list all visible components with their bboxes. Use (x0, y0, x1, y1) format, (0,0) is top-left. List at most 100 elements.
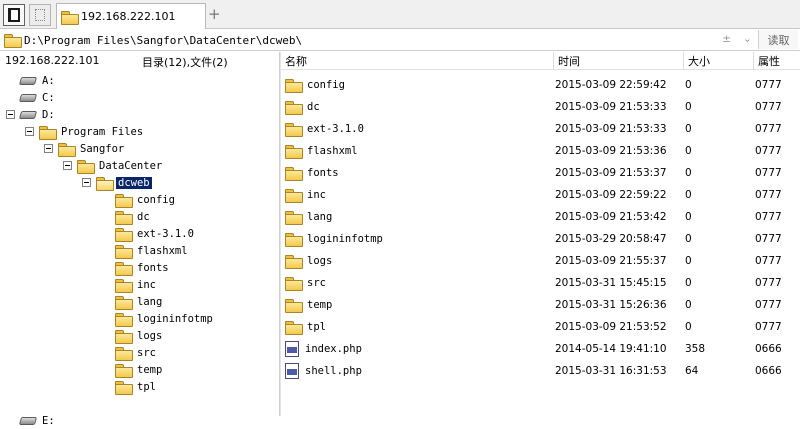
file-row[interactable]: flashxml 2015-03-09 21:53:36 0 0777 (281, 140, 800, 162)
folder-icon (285, 321, 303, 335)
panel-icon (8, 8, 20, 22)
file-row[interactable]: lang 2015-03-09 21:53:42 0 0777 (281, 206, 800, 228)
file-row[interactable]: src 2015-03-31 15:45:15 0 0777 (281, 272, 800, 294)
tree-node-label: inc (137, 278, 156, 291)
column-attr[interactable]: 属性 (753, 52, 800, 70)
file-attr: 0666 (755, 343, 782, 355)
file-row[interactable]: fonts 2015-03-09 21:53:37 0 0777 (281, 162, 800, 184)
tree-node[interactable]: inc (101, 276, 158, 293)
folder-icon (115, 244, 133, 259)
panel-toggle-button[interactable] (3, 4, 25, 26)
tree-node[interactable]: logs (101, 327, 164, 344)
path-input[interactable] (24, 33, 724, 47)
tree-node[interactable]: dcweb (82, 174, 152, 191)
file-size: 0 (685, 277, 692, 289)
tree-node[interactable]: Sangfor (44, 140, 126, 157)
tree-node[interactable]: fonts (101, 259, 171, 276)
folder-icon (285, 211, 303, 225)
file-attr: 0777 (755, 79, 782, 91)
tree-node[interactable]: config (101, 191, 177, 208)
tree-node-label: dc (137, 210, 150, 223)
tree-node[interactable]: DataCenter (63, 157, 164, 174)
drive-icon (18, 416, 38, 425)
tree-node[interactable]: A: (6, 72, 57, 89)
folder-icon (39, 125, 57, 140)
drive-icon (18, 76, 38, 85)
folder-open-icon (96, 176, 114, 191)
file-time: 2015-03-09 21:53:33 (555, 101, 667, 113)
add-tab-button[interactable]: + (208, 6, 221, 22)
file-size: 0 (685, 233, 692, 245)
folder-icon (285, 101, 303, 115)
collapse-icon[interactable] (6, 110, 15, 119)
tree-node[interactable]: dc (101, 208, 152, 225)
tree-node[interactable]: logininfotmp (101, 310, 215, 327)
file-time: 2015-03-09 21:53:42 (555, 211, 667, 223)
tree-node[interactable]: tpl (101, 378, 158, 395)
column-size[interactable]: 大小 (683, 52, 753, 70)
tree-node-label: config (137, 193, 175, 206)
file-row[interactable]: tpl 2015-03-09 21:53:52 0 0777 (281, 316, 800, 338)
tree-node-label: logs (137, 329, 163, 342)
file-time: 2015-03-29 20:58:47 (555, 233, 667, 245)
file-row[interactable]: inc 2015-03-09 22:59:22 0 0777 (281, 184, 800, 206)
file-row[interactable]: config 2015-03-09 22:59:42 0 0777 (281, 74, 800, 96)
tree-node-label: D: (42, 108, 55, 121)
file-name-cell: tpl (285, 316, 326, 338)
file-row[interactable]: ext-3.1.0 2015-03-09 21:53:33 0 0777 (281, 118, 800, 140)
column-name[interactable]: 名称 (281, 52, 553, 70)
file-attr: 0777 (755, 167, 782, 179)
php-file-icon (285, 341, 299, 357)
tree-node[interactable]: lang (101, 293, 164, 310)
folder-icon (285, 79, 303, 93)
file-time: 2015-03-09 22:59:22 (555, 189, 667, 201)
file-name: logs (307, 255, 333, 267)
tree-node[interactable]: C: (6, 89, 57, 106)
file-list-header: 名称 时间 大小 属性 (281, 52, 800, 70)
file-attr: 0777 (755, 321, 782, 333)
file-row[interactable]: temp 2015-03-31 15:26:36 0 0777 (281, 294, 800, 316)
tree-node-label: fonts (137, 261, 169, 274)
file-name: logininfotmp (307, 233, 383, 245)
file-row[interactable]: dc 2015-03-09 21:53:33 0 0777 (281, 96, 800, 118)
file-time: 2015-03-09 21:53:36 (555, 145, 667, 157)
file-row[interactable]: shell.php 2015-03-31 16:31:53 64 0666 (281, 360, 800, 382)
drive-icon (18, 93, 38, 102)
column-time[interactable]: 时间 (553, 52, 683, 70)
left-pane-header: 192.168.222.101 目录(12),文件(2) (0, 52, 279, 70)
tree-node[interactable]: src (101, 344, 158, 361)
file-name: ext-3.1.0 (307, 123, 364, 135)
collapse-icon[interactable] (82, 178, 91, 187)
file-name: tpl (307, 321, 326, 333)
folder-icon (115, 227, 133, 242)
file-size: 0 (685, 123, 692, 135)
folder-icon (115, 193, 133, 208)
collapse-icon[interactable] (44, 144, 53, 153)
file-name: index.php (305, 343, 362, 355)
address-bar: ± ⌄ 读取 (0, 29, 800, 51)
tree-node[interactable]: temp (101, 361, 164, 378)
tree-node[interactable]: D: (6, 106, 57, 123)
collapse-icon[interactable] (63, 161, 72, 170)
tree-node[interactable]: Program Files (25, 123, 145, 140)
tab-connection[interactable]: 192.168.222.101 (56, 3, 206, 29)
file-row[interactable]: index.php 2014-05-14 19:41:10 358 0666 (281, 338, 800, 360)
read-button[interactable]: 读取 (758, 30, 798, 49)
file-row[interactable]: logs 2015-03-09 21:55:37 0 0777 (281, 250, 800, 272)
file-size: 0 (685, 299, 692, 311)
folder-icon (115, 329, 133, 344)
tree-node[interactable]: ext-3.1.0 (101, 225, 196, 242)
address-dropdown-controls[interactable]: ± ⌄ (722, 32, 756, 45)
tree-node[interactable]: flashxml (101, 242, 190, 259)
file-name-cell: lang (285, 206, 332, 228)
file-time: 2015-03-09 21:53:33 (555, 123, 667, 135)
file-row[interactable]: logininfotmp 2015-03-29 20:58:47 0 0777 (281, 228, 800, 250)
tree-node-label: logininfotmp (137, 312, 213, 325)
collapse-icon[interactable] (25, 127, 34, 136)
tree-node[interactable]: E: (6, 412, 57, 429)
file-name-cell: src (285, 272, 326, 294)
file-name: shell.php (305, 365, 362, 377)
file-time: 2015-03-09 21:53:37 (555, 167, 667, 179)
tree-node-label: tpl (137, 380, 156, 393)
view-toggle-button[interactable] (29, 4, 51, 26)
